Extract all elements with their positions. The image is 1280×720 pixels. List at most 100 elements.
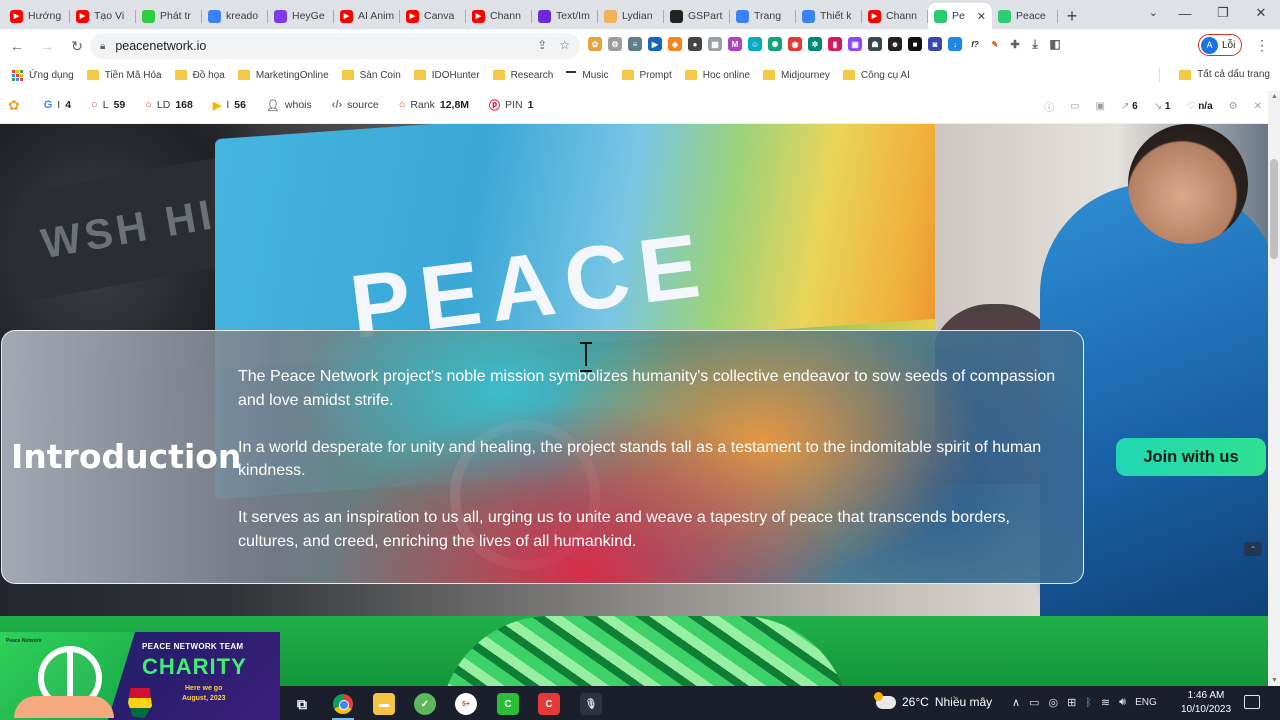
charity-promo-overlay[interactable]: Peace Network PEACE NETWORK TEAM CHARITY… [0,632,280,720]
browser-tab[interactable]: Pe ✕ [928,3,992,29]
extension-record-icon[interactable]: ◉ [788,37,802,51]
new-tab-button[interactable]: + [1058,3,1086,29]
capcut-red-icon[interactable]: C [538,693,560,715]
bookmark-folder[interactable]: Music [566,70,609,81]
browser-tab[interactable]: ▶ Tạo Vi [70,3,136,29]
back-arrow-icon[interactable]: ← [4,33,30,59]
volume-icon[interactable]: 🔊︎ [1119,696,1126,709]
browser-tab[interactable]: GSPart [664,3,730,29]
battery-icon[interactable]: ▭ [1029,696,1039,709]
wifi-icon[interactable]: ≋ [1101,696,1110,709]
browser-tab[interactable]: ▶ Chann [862,3,928,29]
language-indicator[interactable]: ENG [1135,697,1157,708]
extension-m-icon[interactable]: M [728,37,742,51]
info-icon[interactable]: ⓘ [1044,99,1054,114]
extension-chat-icon[interactable]: ☺ [748,37,762,51]
side-panel-icon[interactable]: ◧ [1048,37,1062,51]
profile-button[interactable]: A Lỗi [1198,34,1243,56]
bookmark-folder[interactable]: Đồ họa [174,70,225,81]
extension-flower-icon[interactable]: ✿ [588,37,602,51]
bookmark-apps[interactable]: Ứng dụng [12,69,74,81]
scroll-up-icon[interactable]: ▲ [1271,93,1278,100]
extension-formula-icon[interactable]: f? [968,37,982,51]
extension-metamask-icon[interactable]: ◆ [668,37,682,51]
bookmark-folder[interactable]: Hoc online [684,70,750,81]
reload-icon[interactable]: ↻ [64,33,90,59]
share-icon[interactable]: ⇪ [537,38,547,52]
notification-icon[interactable] [1244,695,1260,709]
extension-dots-icon[interactable]: ● [688,37,702,51]
browser-tab[interactable]: Thiết k [796,3,862,29]
close-window-icon[interactable]: ✕ [1242,5,1280,21]
browser-tab[interactable]: ▶ AI Anim [334,3,400,29]
settings-gear-icon[interactable]: ⚙ [1229,101,1238,112]
chat-icon[interactable]: ▭ [1070,101,1079,112]
camera-icon[interactable]: ◎ [1048,696,1058,709]
seo-whois[interactable]: 👤︎ whois [266,99,312,112]
profile-avatar[interactable]: A [1201,36,1218,54]
extensions-puzzle-icon[interactable]: ✚ [1008,37,1022,51]
bookmark-folder[interactable]: MarketingOnline [237,70,329,81]
browser-tab[interactable]: Trang [730,3,796,29]
bookmark-folder[interactable]: IDOHunter [413,70,480,81]
microphone-app-icon[interactable]: 🎙︎ [580,693,602,715]
network-lan-icon[interactable]: ⊞ [1067,696,1076,709]
browser-tab[interactable]: ▶ Canva [400,3,466,29]
maximize-icon[interactable]: ❐ [1204,5,1242,21]
close-seobar-icon[interactable]: ✕ [1254,101,1262,112]
extension-openai-icon[interactable]: ✲ [808,37,822,51]
minimize-icon[interactable]: — [1166,6,1204,21]
bookmark-folder[interactable]: Sàn Coin [341,70,401,81]
address-bar[interactable]: 🔒︎ peacenetwork.io ⇪ ☆ [90,33,580,59]
close-tab-icon[interactable]: ✕ [977,10,986,23]
bookmark-folder[interactable]: Prompt [621,70,672,81]
seo-logo-icon[interactable]: ✿ [8,97,20,114]
seo-ld-metric[interactable]: ○ LD 168 [145,99,193,111]
bookmark-folder[interactable]: Tiền Mã Hóa [86,70,162,81]
scrollbar-thumb[interactable] [1270,159,1278,259]
seo-l-metric[interactable]: ○ L 59 [91,99,125,111]
extension-gear-icon[interactable]: ⚙ [608,37,622,51]
browser-tab[interactable]: Lydian [598,3,664,29]
capcut-green-icon[interactable]: C [497,693,519,715]
profile-error-label[interactable]: Lỗi [1222,40,1235,51]
bookmark-folder[interactable]: Research [492,70,553,81]
bookmark-star-icon[interactable]: ☆ [559,38,570,52]
browser-tab[interactable]: ▶ Chann [466,3,532,29]
chrome-taskbar-icon[interactable] [332,693,354,715]
task-view-icon[interactable]: ⧉ [291,693,313,715]
extension-download-blue-icon[interactable]: ↓ [948,37,962,51]
browser-tab[interactable]: Text/Im [532,3,598,29]
extension-grid-icon[interactable]: ▦ [708,37,722,51]
green-app-icon[interactable]: ✓ [414,693,436,715]
external-links[interactable]: ↗ 6 [1121,101,1138,112]
browser-tab[interactable]: kreado [202,3,268,29]
menu-dots-icon[interactable]: ⋮ [1255,37,1269,54]
extension-square-icon[interactable]: ■ [908,37,922,51]
bookmark-folder[interactable]: Công cụ AI [842,70,910,81]
taskbar-clock[interactable]: 1:46 AM 10/10/2023 [1180,689,1232,717]
extension-face-icon[interactable]: ☻ [888,37,902,51]
seo-source[interactable]: ‹/› source [332,99,379,111]
seo-bing-metric[interactable]: ▶ I 56 [213,99,246,112]
extension-robot-icon[interactable]: ☗ [868,37,882,51]
browser-tab[interactable]: HeyGe [268,3,334,29]
extension-pen-icon[interactable]: ✎ [988,37,1002,51]
seo-rank[interactable]: ○ Rank 12,8M [399,99,469,111]
browser-tab[interactable]: Peace [992,3,1058,29]
image-icon[interactable]: ▣ [1096,101,1105,112]
internal-links[interactable]: ↘ 1 [1154,101,1171,112]
file-explorer-icon[interactable]: ▬ [373,693,395,715]
forward-arrow-icon[interactable]: → [34,33,60,59]
extension-list-icon[interactable]: ≡ [628,37,642,51]
extension-twitch-icon[interactable]: ▣ [848,37,862,51]
scroll-down-icon[interactable]: ▼ [1271,677,1278,684]
extension-bubble-icon[interactable]: ◙ [928,37,942,51]
browser-tab[interactable]: ▶ Hướng [4,3,70,29]
weather-widget[interactable]: 26°C Nhiều mây [874,691,992,709]
bookmark-folder[interactable]: Midjourney [763,70,830,81]
downloads-icon[interactable]: ⤓ [1028,37,1042,51]
bookmark-all[interactable]: Tất cả dấu trang [1179,69,1270,80]
lock-icon[interactable]: 🔒︎ [100,41,105,52]
browser-tab[interactable]: Phát tr [136,3,202,29]
